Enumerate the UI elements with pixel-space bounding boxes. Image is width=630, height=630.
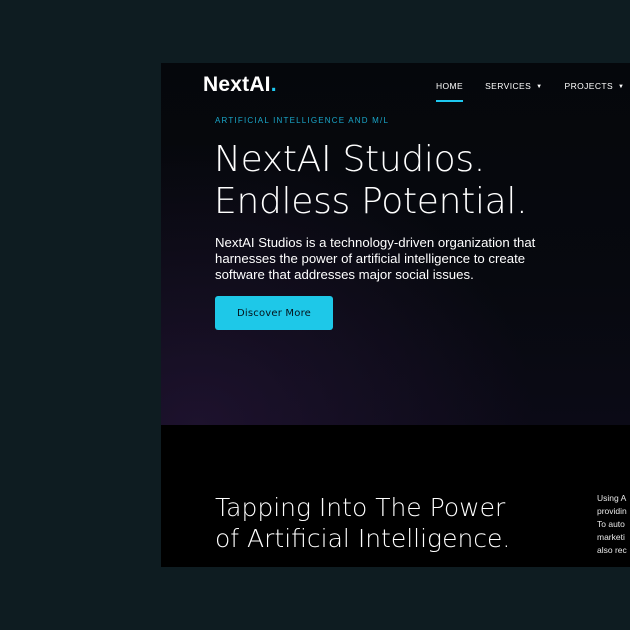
- headline-line-1: NextAI Studios.: [214, 139, 485, 180]
- caret-down-icon: ▼: [536, 84, 543, 90]
- main-nav: HOME SERVICES ▼ PROJECTS ▼: [436, 81, 630, 102]
- hero-headline: NextAI Studios. Endless Potential.: [214, 139, 528, 223]
- nav-item-home[interactable]: HOME: [436, 81, 464, 102]
- description-line: To auto: [597, 519, 625, 529]
- nav-item-label: SERVICES: [485, 81, 532, 91]
- nav-item-projects[interactable]: PROJECTS ▼: [565, 81, 625, 91]
- nav-item-label: PROJECTS: [564, 81, 614, 91]
- logo-dot: .: [270, 73, 277, 96]
- hero-section: NextAI. HOME SERVICES ▼ PROJECTS ▼ ARTIFIC…: [161, 63, 630, 425]
- nav-item-label: HOME: [436, 81, 464, 91]
- headline-line-2: Endless Potential.: [214, 181, 528, 222]
- caret-down-icon: ▼: [618, 84, 625, 90]
- section-description: Using A providin To auto marketi also re…: [597, 492, 630, 557]
- logo-text: NextAI: [203, 73, 271, 96]
- section-title-line-1: Tapping Into The Power: [215, 493, 506, 522]
- website-preview: NextAI. HOME SERVICES ▼ PROJECTS ▼ ARTIFIC…: [161, 63, 630, 567]
- section-title: Tapping Into The Power of Artificial Int…: [215, 492, 510, 554]
- nav-item-services[interactable]: SERVICES ▼: [485, 81, 542, 91]
- discover-more-button[interactable]: Discover More: [215, 296, 333, 330]
- section-title-line-2: of Artificial Intelligence.: [215, 524, 511, 553]
- description-line: providin: [597, 506, 627, 516]
- hero-eyebrow: ARTIFICIAL INTELLIGENCE AND M/L: [215, 116, 390, 125]
- site-logo[interactable]: NextAI.: [203, 73, 277, 97]
- description-line: marketi: [597, 532, 625, 542]
- hero-intro: NextAI Studios is a technology-driven or…: [215, 235, 536, 282]
- description-line: also rec: [597, 545, 627, 555]
- ai-power-section: Tapping Into The Power of Artificial Int…: [161, 425, 630, 567]
- description-line: Using A: [597, 493, 627, 503]
